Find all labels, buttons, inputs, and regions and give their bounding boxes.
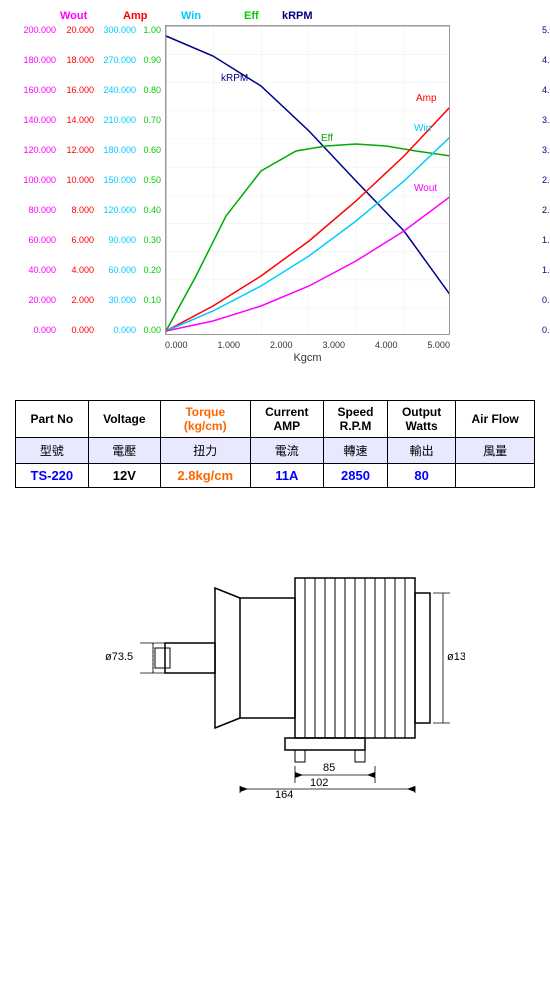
legend-wout: Wout [60, 10, 115, 22]
th-part-no: Part No [16, 401, 89, 438]
legend-krpm: kRPM [282, 10, 313, 22]
th-current: CurrentAMP [250, 401, 324, 438]
specs-table: Part No Voltage Torque(kg/cm) CurrentAMP… [15, 400, 535, 488]
win-label: Win [414, 123, 431, 134]
y-axis-krpm: 5.000 4.500 4.000 3.500 3.000 2.500 2.00… [542, 25, 550, 335]
td-cn-speed: 轉速 [324, 438, 388, 464]
th-torque: Torque(kg/cm) [160, 401, 250, 438]
dim-d2: ø139 [447, 651, 465, 663]
y-axis-win: 300.000 270.000 240.000 210.000 180.000 … [98, 25, 140, 335]
y-axis-eff: 1.00 0.90 0.80 0.70 0.60 0.50 0.40 0.30 … [140, 25, 165, 335]
dim-85: 85 [323, 762, 335, 774]
x-axis-title: Kgcm [165, 352, 450, 364]
diagram-section: ø73.5 ø139 85 102 164 [0, 498, 550, 818]
krpm-label: kRPM [221, 73, 248, 84]
dim-d1: ø73.5 [105, 651, 133, 663]
x-axis-labels: 0.000 1.000 2.000 3.000 4.000 5.000 [165, 340, 450, 350]
chinese-header-row: 型號 電壓 扭力 電流 轉速 輸出 風量 [16, 438, 535, 464]
y-axis-wout: 200.000 180.000 160.000 140.000 120.000 … [10, 25, 60, 335]
td-flow [456, 464, 535, 488]
motor-svg: ø73.5 ø139 85 102 164 [85, 518, 465, 798]
legend-amp: Amp [123, 10, 173, 22]
dim-102: 102 [310, 777, 328, 789]
td-cn-part: 型號 [16, 438, 89, 464]
td-output: 80 [387, 464, 455, 488]
td-cn-flow: 風量 [456, 438, 535, 464]
td-cn-voltage: 電壓 [88, 438, 160, 464]
th-voltage: Voltage [88, 401, 160, 438]
td-cn-output: 輸出 [387, 438, 455, 464]
chart-section: Wout Amp Win Eff kRPM 200.000 180.000 16… [0, 0, 550, 380]
td-current: 11A [250, 464, 324, 488]
chart-svg: kRPM Eff Amp Win Wout [165, 25, 450, 335]
dim-164: 164 [275, 789, 293, 798]
amp-label: Amp [416, 93, 437, 104]
td-speed: 2850 [324, 464, 388, 488]
th-air-flow: Air Flow [456, 401, 535, 438]
legend-win: Win [181, 10, 236, 22]
legend-eff: Eff [244, 10, 274, 22]
td-cn-torque: 扭力 [160, 438, 250, 464]
wout-label: Wout [414, 183, 437, 194]
th-speed: SpeedR.P.M [324, 401, 388, 438]
td-torque: 2.8kg/cm [160, 464, 250, 488]
eff-label: Eff [321, 133, 333, 144]
data-row: TS-220 12V 2.8kg/cm 11A 2850 80 [16, 464, 535, 488]
table-section: Part No Voltage Torque(kg/cm) CurrentAMP… [0, 380, 550, 498]
td-part-no: TS-220 [16, 464, 89, 488]
y-axis-amp: 20.000 18.000 16.000 14.000 12.000 10.00… [60, 25, 98, 335]
td-voltage: 12V [88, 464, 160, 488]
th-output: OutputWatts [387, 401, 455, 438]
td-cn-current: 電流 [250, 438, 324, 464]
